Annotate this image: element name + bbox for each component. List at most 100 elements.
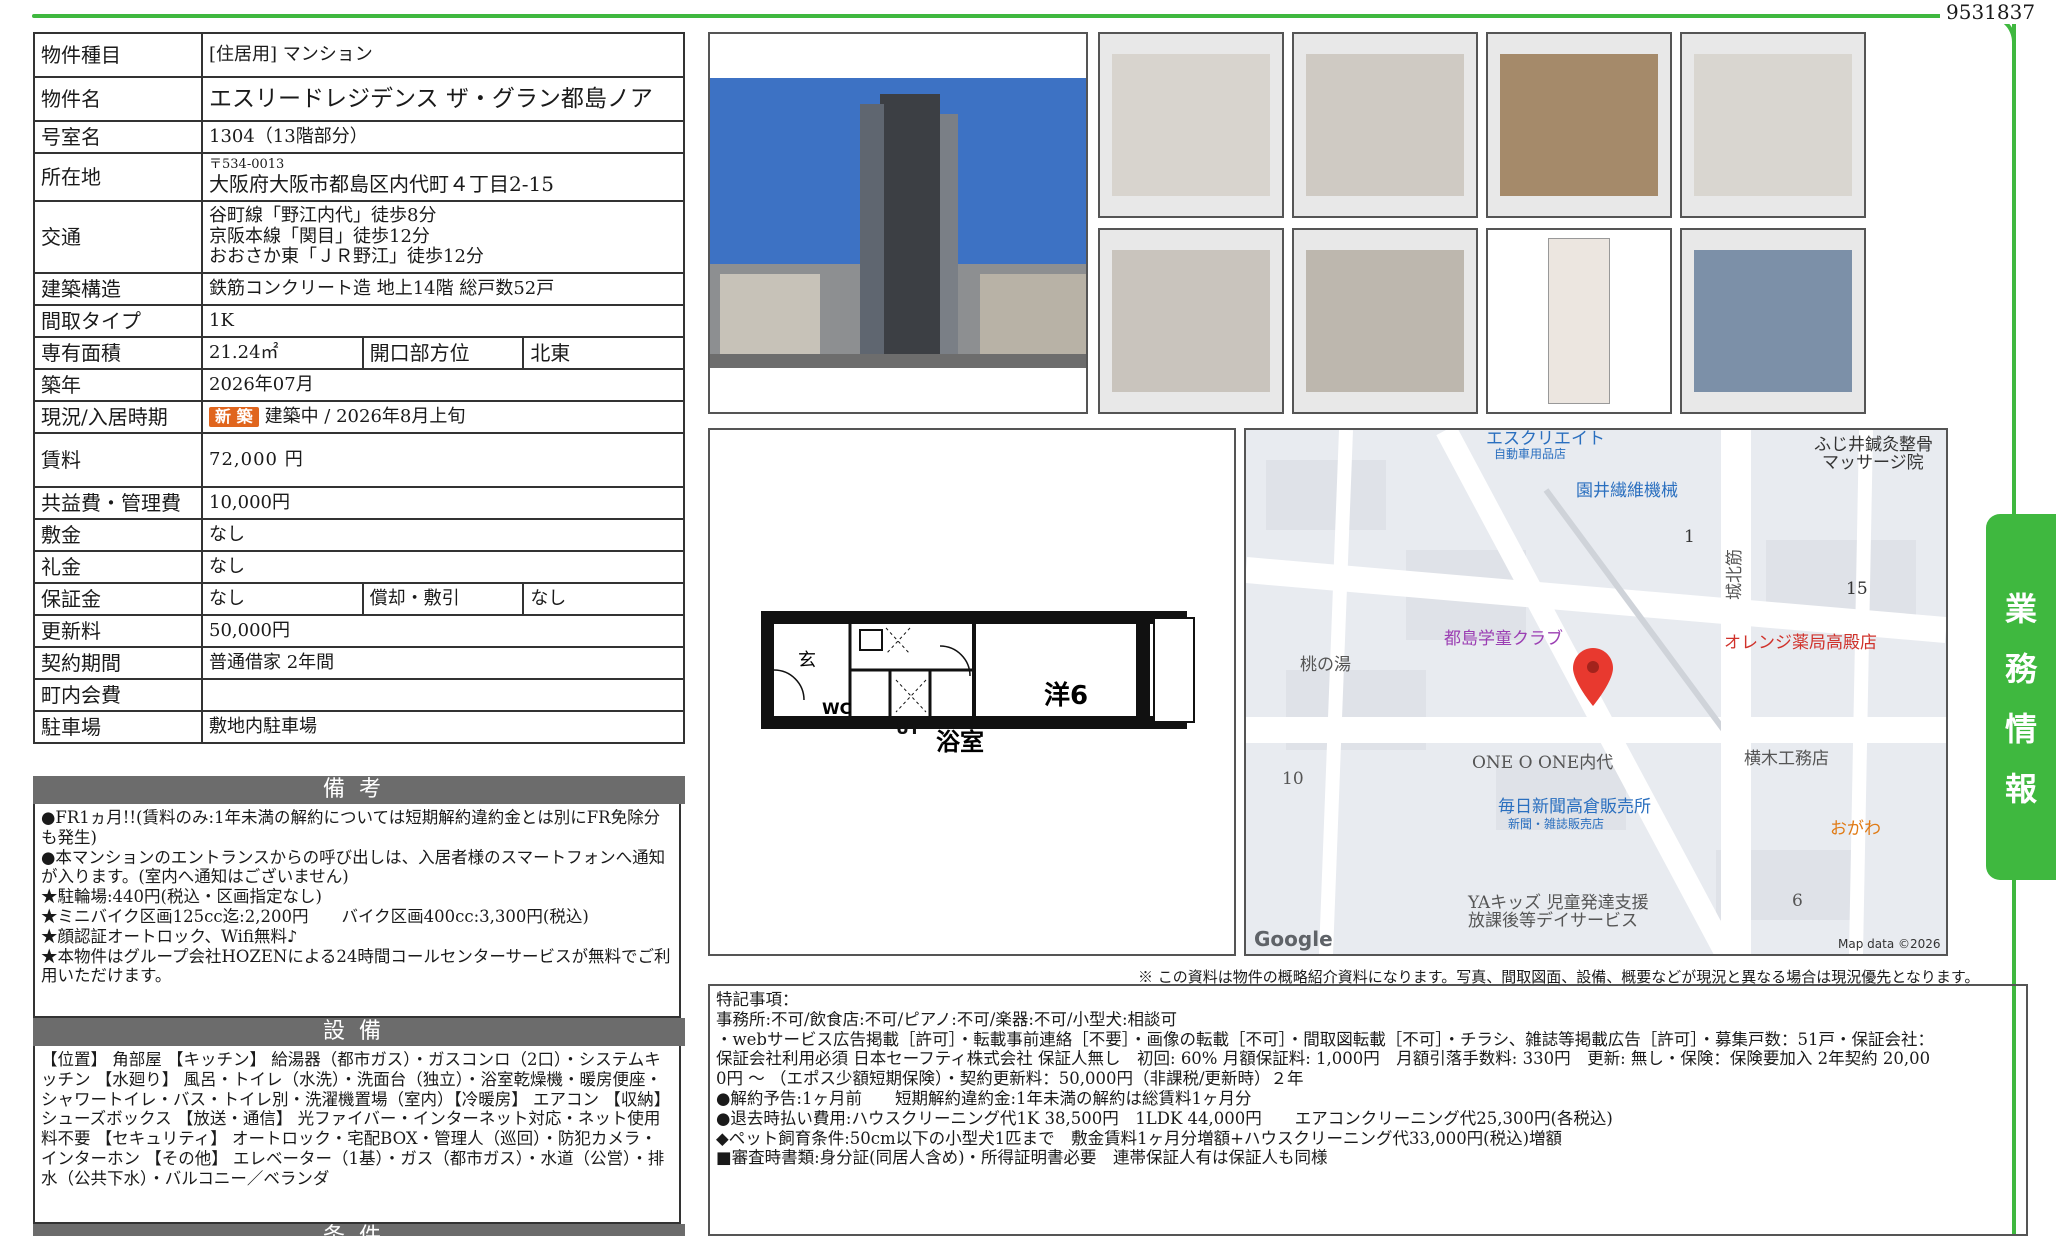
map-label-block1: 1: [1684, 527, 1695, 547]
guarantee-value: なし: [201, 582, 364, 616]
deposit-value: なし: [201, 518, 685, 552]
special-line: ・webサービス広告掲載［許可］・転載事前連絡［不要］・画像の転載［不可］・間取…: [716, 1029, 1935, 1049]
name-label: 物件名: [33, 76, 203, 122]
special-notes: 特記事項： 事務所:不可/飲食店:不可/ピアノ:不可/楽器:不可/小型犬:相談可…: [708, 984, 2028, 1236]
special-line: ●解約予告:1ヶ月前 短期解約違約金:1年未満の解約は総賃料1ヶ月分: [716, 1088, 1252, 1108]
contract-label: 契約期間: [33, 646, 203, 680]
side-tab-char: 報: [2004, 770, 2037, 808]
transport-cell: 谷町線「野江内代」徒歩8分 京阪本線「関目」徒歩12分 おおさか東「ＪＲ野江」徒…: [201, 200, 685, 274]
renewal-label: 更新料: [33, 614, 203, 648]
location-map[interactable]: エスクリエイト 自動車用品店 ふじ井鍼灸整骨 マッサージ院 園井繊維機械 1 城…: [1244, 428, 1948, 956]
deposit-label: 敷金: [33, 518, 203, 552]
map-label-miyakojima: 都島学童クラブ: [1444, 628, 1563, 649]
rent-value: 72,000 円: [201, 432, 685, 488]
map-label-block6: 6: [1792, 891, 1803, 911]
map-label-block10: 10: [1282, 769, 1304, 789]
remarks-header: 備考: [33, 776, 685, 804]
area-label: 専有面積: [33, 336, 203, 370]
google-logo: Google: [1254, 927, 1333, 951]
room-photo-4[interactable]: [1680, 32, 1866, 218]
map-data-credit: Map data ©2026: [1838, 937, 1941, 951]
direction-value: 北東: [522, 336, 685, 370]
map-label-jounou: 城北筋: [1725, 549, 1745, 600]
map-label-momo: 桃の湯: [1300, 655, 1351, 675]
map-drawing: エスクリエイト 自動車用品店 ふじ井鍼灸整骨 マッサージ院 園井繊維機械 1 城…: [1246, 430, 1946, 954]
floor-plan[interactable]: 玄 WC UT 浴室 洋6: [708, 428, 1236, 956]
view-photo[interactable]: [1680, 228, 1866, 414]
guarantee-label: 保証金: [33, 582, 203, 616]
special-line: 事務所:不可/飲食店:不可/ピアノ:不可/楽器:不可/小型犬:相談可: [716, 1009, 1178, 1029]
map-label-block15: 15: [1846, 579, 1868, 599]
address-value: 大阪府大阪市都島区内代町４丁目2-15: [209, 171, 554, 196]
remarks-line: ●本マンションのエントランスからの呼び出しは、入居者様のスマートフォンへ通知が入…: [41, 847, 666, 887]
floor-plan-room-label: 洋6: [1044, 680, 1088, 711]
room-photo-2[interactable]: [1292, 32, 1478, 218]
layout-label: 間取タイプ: [33, 304, 203, 338]
special-line: ●退去時払い費用:ハウスクリーニング代1K 38,500円 1LDK 44,00…: [716, 1108, 1613, 1128]
rent-label: 賃料: [33, 432, 203, 488]
remarks-line: ★本物件はグループ会社HOZENによる24時間コールセンターサービスが無料でご利…: [41, 946, 671, 986]
special-line: ◆ペット飼育条件:50cm以下の小型犬1匹まで 敷金賃料1ヶ月分増額+ハウスクリ…: [716, 1128, 1563, 1148]
postal-code: 〒534-0013: [209, 157, 285, 173]
built-value: 2026年07月: [201, 368, 685, 402]
room-photo-1[interactable]: [1098, 32, 1284, 218]
transport-line: おおさか東「ＪＲ野江」徒歩12分: [209, 246, 484, 268]
map-label-ogawa: おがわ: [1830, 819, 1881, 839]
structure-value: 鉄筋コンクリート造 地上14階 総戸数52戸: [201, 272, 685, 306]
floor-plan-drawing: 玄 WC UT 浴室 洋6: [761, 611, 1195, 756]
community-fee-label: 町内会費: [33, 678, 203, 712]
parking-value: 敷地内駐車場: [201, 710, 685, 744]
map-label-one: ONE O ONE内代: [1472, 753, 1613, 773]
address-label: 所在地: [33, 152, 203, 202]
facilities-header: 設備: [33, 1018, 685, 1046]
contract-value: 普通借家 2年間: [201, 646, 685, 680]
renewal-value: 50,000円: [201, 614, 685, 648]
map-label-esucreate-sub: 自動車用品店: [1494, 447, 1566, 461]
remarks-line: ★ミニバイク区画125cc迄:2,200円 バイク区画400cc:3,300円(…: [41, 906, 589, 926]
side-tab-char: 務: [2004, 650, 2037, 688]
special-line: 特記事項：: [716, 990, 799, 1009]
building-photo-image: [710, 34, 1086, 412]
fee-label: 共益費・管理費: [33, 486, 203, 520]
property-name-value: エスリードレジデンス ザ・グラン都島ノア: [201, 76, 685, 122]
property-info-table: 物件種目 [住居用] マンション 物件名 エスリードレジデンス ザ・グラン都島ノ…: [33, 32, 685, 744]
status-cell: 新 築建築中 / 2026年8月上旬: [201, 400, 685, 434]
building-exterior-photo[interactable]: [708, 32, 1088, 414]
remarks-body: ●FR1ヵ月!!(賃料のみ:1年未満の解約については短期解約違約金とは別にFR免…: [33, 804, 681, 1018]
map-label-orange: オレンジ薬局高殿店: [1724, 633, 1877, 653]
amortization-value: なし: [522, 582, 685, 616]
side-tab-char: 業: [2004, 590, 2037, 628]
facilities-body: 【位置】 角部屋 【キッチン】 給湯器（都市ガス）・ガスコンロ（2口）・システム…: [33, 1046, 681, 1224]
remarks-line: ★顔認証オートロック、Wifi無料♪: [41, 926, 298, 946]
status-value: 建築中 / 2026年8月上旬: [264, 405, 466, 427]
parking-label: 駐車場: [33, 710, 203, 744]
key-money-value: なし: [201, 550, 685, 584]
room-photo-3[interactable]: [1486, 32, 1672, 218]
status-label: 現況/入居時期: [33, 400, 203, 434]
fee-value: 10,000円: [201, 486, 685, 520]
direction-label: 開口部方位: [361, 336, 525, 370]
conditions-header: 条件: [33, 1224, 685, 1236]
floor-plan-ut-label: UT: [896, 719, 920, 738]
transport-line: 谷町線「野江内代」徒歩8分: [209, 204, 437, 226]
frame-border-top: [32, 14, 1952, 18]
business-info-tab[interactable]: 業 務 情 報: [1986, 514, 2056, 880]
type-label: 物件種目: [33, 32, 203, 78]
new-build-badge: 新 築: [209, 406, 259, 428]
hallway-photo[interactable]: [1292, 228, 1478, 414]
remarks-line: ★駐輪場:440円(税込・区画指定なし): [41, 887, 322, 907]
community-fee-value: [201, 678, 685, 712]
map-label-enoi: 園井繊維機械: [1576, 481, 1678, 501]
floor-plan-wc-label: WC: [822, 699, 851, 718]
room-label: 号室名: [33, 120, 203, 154]
transport-line: 京阪本線「関目」徒歩12分: [209, 225, 430, 247]
side-tab-char: 情: [2004, 710, 2037, 748]
map-label-fujii-sub: マッサージ院: [1822, 453, 1924, 473]
map-label-yokogi: 横木工務店: [1744, 749, 1829, 769]
document-thumbnail-photo[interactable]: [1486, 228, 1672, 414]
amortization-label: 償却・敷引: [361, 582, 525, 616]
kitchen-photo[interactable]: [1098, 228, 1284, 414]
map-label-ya-sub: 放課後等デイサービス: [1468, 910, 1638, 931]
built-label: 築年: [33, 368, 203, 402]
special-line: 保証会社利用必須 日本セーフティ株式会社 保証人無し 初回: 60% 月額保証料…: [716, 1049, 1931, 1069]
